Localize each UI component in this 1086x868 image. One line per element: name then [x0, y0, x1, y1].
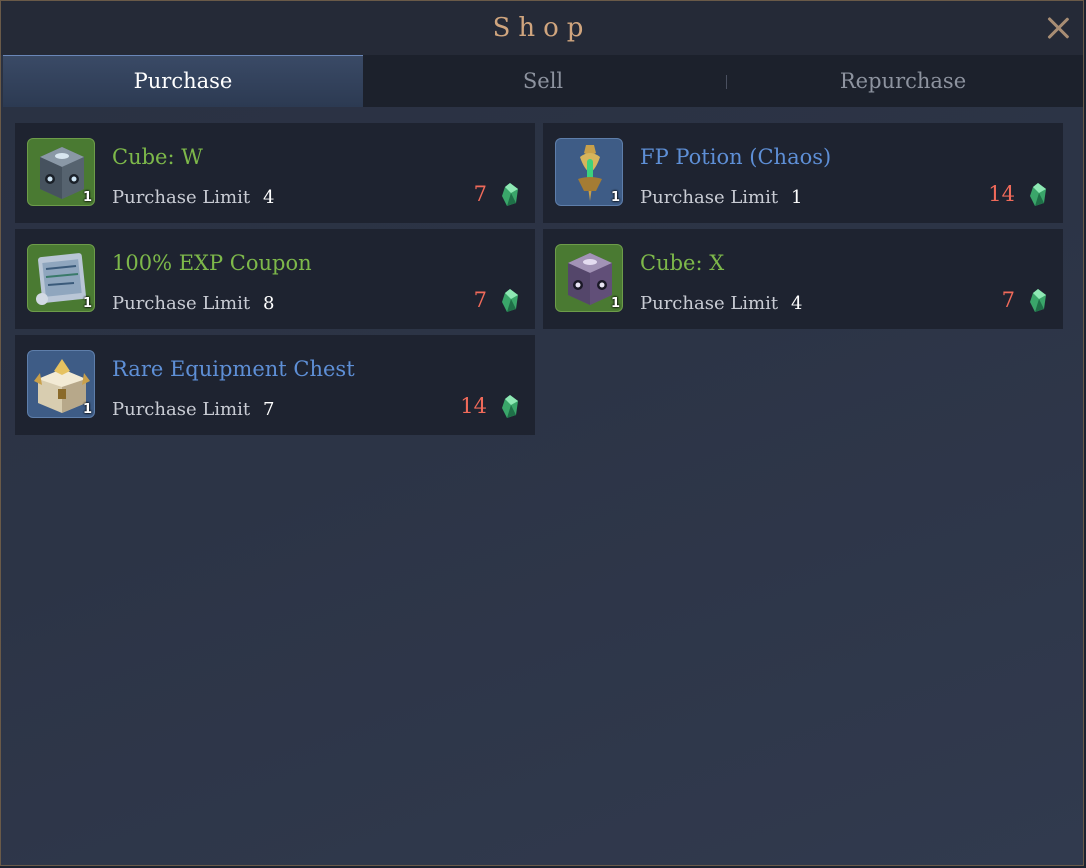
item-price: 7	[473, 182, 487, 206]
purchase-limit-label: Purchase Limit	[112, 399, 251, 420]
shop-item-rare-equipment-chest[interactable]: 1 Rare Equipment Chest Purchase Limit 7 …	[15, 335, 535, 435]
purchase-limit-label: Purchase Limit	[640, 187, 779, 208]
window-title: Shop	[492, 13, 592, 43]
cube-w-icon: 1	[27, 138, 95, 206]
shop-window: Shop Purchase Sell Repurchase 1 Cube: W …	[0, 0, 1084, 866]
shop-item-cube-x[interactable]: 1 Cube: X Purchase Limit 4 7	[543, 229, 1063, 329]
item-name: Rare Equipment Chest	[112, 357, 355, 381]
purchase-limit-label: Purchase Limit	[640, 293, 779, 314]
item-quantity: 1	[610, 190, 620, 205]
item-name: FP Potion (Chaos)	[640, 145, 832, 169]
purchase-limit-value: 4	[263, 187, 275, 208]
crystal-icon	[502, 395, 518, 418]
crystal-icon	[502, 183, 518, 206]
purchase-limit-value: 1	[791, 187, 803, 208]
item-price: 14	[460, 394, 487, 418]
tab-divider	[726, 75, 727, 89]
shop-item-cube-w[interactable]: 1 Cube: W Purchase Limit 4 7	[15, 123, 535, 223]
tab-repurchase[interactable]: Repurchase	[723, 55, 1083, 107]
crystal-icon	[1030, 183, 1046, 206]
shop-item-fp-potion[interactable]: 1 FP Potion (Chaos) Purchase Limit 1 14	[543, 123, 1063, 223]
purchase-limit-value: 8	[263, 293, 275, 314]
item-quantity: 1	[610, 296, 620, 311]
close-icon[interactable]	[1045, 15, 1071, 41]
item-quantity: 1	[82, 190, 92, 205]
crystal-icon	[502, 289, 518, 312]
purchase-limit-label: Purchase Limit	[112, 293, 251, 314]
item-quantity: 1	[82, 402, 92, 417]
title-bar: Shop	[1, 1, 1083, 55]
tab-bar: Purchase Sell Repurchase	[3, 55, 1083, 107]
purchase-limit-value: 7	[263, 399, 275, 420]
shop-item-exp-coupon[interactable]: 1 100% EXP Coupon Purchase Limit 8 7	[15, 229, 535, 329]
tab-sell[interactable]: Sell	[363, 55, 723, 107]
item-price: 7	[473, 288, 487, 312]
tab-purchase[interactable]: Purchase	[3, 55, 363, 107]
item-quantity: 1	[82, 296, 92, 311]
item-price: 7	[1001, 288, 1015, 312]
item-name: 100% EXP Coupon	[112, 251, 312, 275]
crystal-icon	[1030, 289, 1046, 312]
exp-coupon-icon: 1	[27, 244, 95, 312]
equipment-chest-icon: 1	[27, 350, 95, 418]
fp-potion-icon: 1	[555, 138, 623, 206]
item-name: Cube: X	[640, 251, 725, 275]
item-name: Cube: W	[112, 145, 203, 169]
purchase-limit-label: Purchase Limit	[112, 187, 251, 208]
purchase-limit-value: 4	[791, 293, 803, 314]
cube-x-icon: 1	[555, 244, 623, 312]
item-price: 14	[988, 182, 1015, 206]
